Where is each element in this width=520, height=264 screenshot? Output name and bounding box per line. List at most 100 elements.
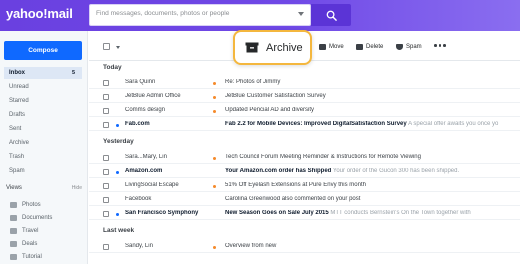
- subject-text: Overview from new: [225, 243, 277, 249]
- spam-label: Spam: [406, 44, 422, 50]
- sender: Facebook: [125, 196, 152, 202]
- archive-label: Archive: [266, 41, 303, 54]
- unread-indicator: [116, 170, 119, 174]
- subject: Fab 2.2 for Mobile Devices: Improved Dig…: [225, 121, 520, 127]
- folder-inbox[interactable]: Inbox 5: [4, 67, 82, 79]
- tutorial-icon: [10, 254, 17, 260]
- folder-drafts[interactable]: Drafts: [4, 109, 82, 121]
- message-row[interactable]: San Francisco Symphony New Season Goes o…: [89, 208, 520, 220]
- message-row[interactable]: LivingSocial Escape 51% Off Eyelash Exte…: [89, 180, 520, 192]
- folder-trash[interactable]: Trash: [4, 151, 82, 163]
- unread-dot: [213, 81, 216, 85]
- views-hide-link[interactable]: Hide: [72, 185, 82, 191]
- subject-text: Re: Photos of Jimmy: [225, 79, 281, 85]
- spam-button[interactable]: Spam: [396, 41, 422, 53]
- preview-text: A special offer awaits you once yo: [408, 121, 499, 127]
- folder-starred[interactable]: Starred: [4, 95, 82, 107]
- sender: JetBlue Admin Office: [125, 93, 181, 99]
- archive-icon: [245, 42, 259, 53]
- row-checkbox[interactable]: [103, 197, 109, 203]
- folder-label: Archive: [9, 140, 30, 146]
- photos-icon: [10, 202, 17, 208]
- unread-dot: [213, 109, 216, 113]
- subject: Updated Pencial AD and diversity: [225, 107, 520, 113]
- folder-label: Starred: [9, 98, 29, 104]
- view-label: Documents: [22, 215, 53, 221]
- view-photos[interactable]: Photos: [8, 199, 82, 211]
- subject: 51% Off Eyelash Extensions at Pure Envy …: [225, 182, 520, 188]
- sidebar: Compose Inbox 5 Unread Starred Drafts Se…: [0, 31, 88, 264]
- subject: Your Amazon.com order has Shipped Your o…: [225, 168, 520, 174]
- preview-text: MTT conducts Bernstein's On the Town tog…: [330, 210, 471, 216]
- message-row[interactable]: Sara...Mary, Lin Tech Council Forum Meet…: [89, 152, 520, 164]
- sender: Fab.com: [125, 121, 150, 127]
- select-options-chevron-icon[interactable]: [116, 46, 120, 49]
- row-checkbox[interactable]: [103, 211, 109, 217]
- row-checkbox[interactable]: [103, 80, 109, 86]
- subject: Carolina Greenwood also commented on you…: [225, 196, 520, 202]
- subject-text: Tech Council Forum Meeting Reminder & In…: [225, 154, 421, 160]
- sender: Sandy, Lin: [125, 243, 153, 249]
- row-checkbox[interactable]: [103, 122, 109, 128]
- message-row[interactable]: Sara Quinn Re: Photos of Jimmy: [89, 77, 520, 89]
- message-row[interactable]: Sandy, Lin Overview from new: [89, 241, 520, 253]
- row-checkbox[interactable]: [103, 94, 109, 100]
- search-options-chevron-icon[interactable]: [298, 12, 304, 16]
- travel-icon: [10, 228, 17, 234]
- folder-label: Unread: [9, 84, 29, 90]
- subject-text: Updated Pencial AD and diversity: [225, 107, 315, 113]
- sender: San Francisco Symphony: [125, 210, 199, 216]
- view-travel[interactable]: Travel: [8, 225, 82, 237]
- unread-dot: [213, 184, 216, 188]
- folder-archive[interactable]: Archive: [4, 137, 82, 149]
- row-checkbox[interactable]: [103, 183, 109, 189]
- view-tutorial[interactable]: Tutorial: [8, 251, 82, 263]
- more-actions-button[interactable]: [434, 44, 446, 47]
- search-button[interactable]: [311, 4, 351, 26]
- sender: LivingSocial Escape: [125, 182, 179, 188]
- subject-text: New Season Goes on Sale July 2015: [225, 210, 329, 216]
- folder-unread[interactable]: Unread: [4, 81, 82, 93]
- subject-text: Carolina Greenwood also commented on you…: [225, 196, 361, 202]
- subject: New Season Goes on Sale July 2015 MTT co…: [225, 210, 520, 216]
- preview-text: Your order of the Gucon 300 has been shi…: [332, 168, 460, 174]
- shield-icon: [396, 44, 403, 50]
- view-deals[interactable]: Deals: [8, 238, 82, 250]
- sender: Amazon.com: [125, 168, 163, 174]
- move-button[interactable]: Move: [319, 41, 344, 53]
- subject-text: 51% Off Eyelash Extensions at Pure Envy …: [225, 182, 366, 188]
- subject: Overview from new: [225, 243, 520, 249]
- row-checkbox[interactable]: [103, 155, 109, 161]
- app-header: yahoo!mail Find messages, documents, pho…: [0, 0, 520, 31]
- view-label: Deals: [22, 241, 38, 247]
- message-row[interactable]: Facebook Carolina Greenwood also comment…: [89, 194, 520, 206]
- folder-sent[interactable]: Sent: [4, 123, 82, 135]
- folder-move-icon: [319, 44, 326, 50]
- subject-text: JetBlue Customer Satisfaction Survey: [225, 93, 326, 99]
- select-all-checkbox[interactable]: [103, 43, 110, 50]
- folder-spam[interactable]: Spam: [4, 165, 82, 177]
- folder-label: Spam: [9, 168, 25, 174]
- folder-label: Sent: [9, 126, 22, 132]
- archive-button[interactable]: Archive: [233, 30, 312, 65]
- message-row[interactable]: Amazon.com Your Amazon.com order has Shi…: [89, 166, 520, 178]
- message-row[interactable]: Comms design Updated Pencial AD and dive…: [89, 105, 520, 117]
- delete-button[interactable]: Delete: [356, 41, 383, 53]
- view-documents[interactable]: Documents: [8, 212, 82, 224]
- message-row[interactable]: Fab.com Fab 2.2 for Mobile Devices: Impr…: [89, 119, 520, 131]
- message-row[interactable]: JetBlue Admin Office JetBlue Customer Sa…: [89, 91, 520, 103]
- sender: Sara Quinn: [125, 79, 156, 85]
- row-checkbox[interactable]: [103, 244, 109, 250]
- move-label: Move: [329, 44, 344, 50]
- deals-icon: [10, 241, 17, 247]
- subject-text: Your Amazon.com order has Shipped: [225, 168, 332, 174]
- documents-icon: [10, 215, 17, 221]
- row-checkbox[interactable]: [103, 108, 109, 114]
- row-checkbox[interactable]: [103, 169, 109, 175]
- section-heading: Yesterday: [103, 138, 134, 145]
- unread-count-badge: 5: [71, 70, 75, 76]
- section-heading: Last week: [103, 227, 135, 234]
- search-input[interactable]: Find messages, documents, photos or peop…: [89, 4, 311, 26]
- yahoo-mail-logo[interactable]: yahoo!mail: [6, 6, 73, 21]
- compose-button[interactable]: Compose: [4, 41, 82, 60]
